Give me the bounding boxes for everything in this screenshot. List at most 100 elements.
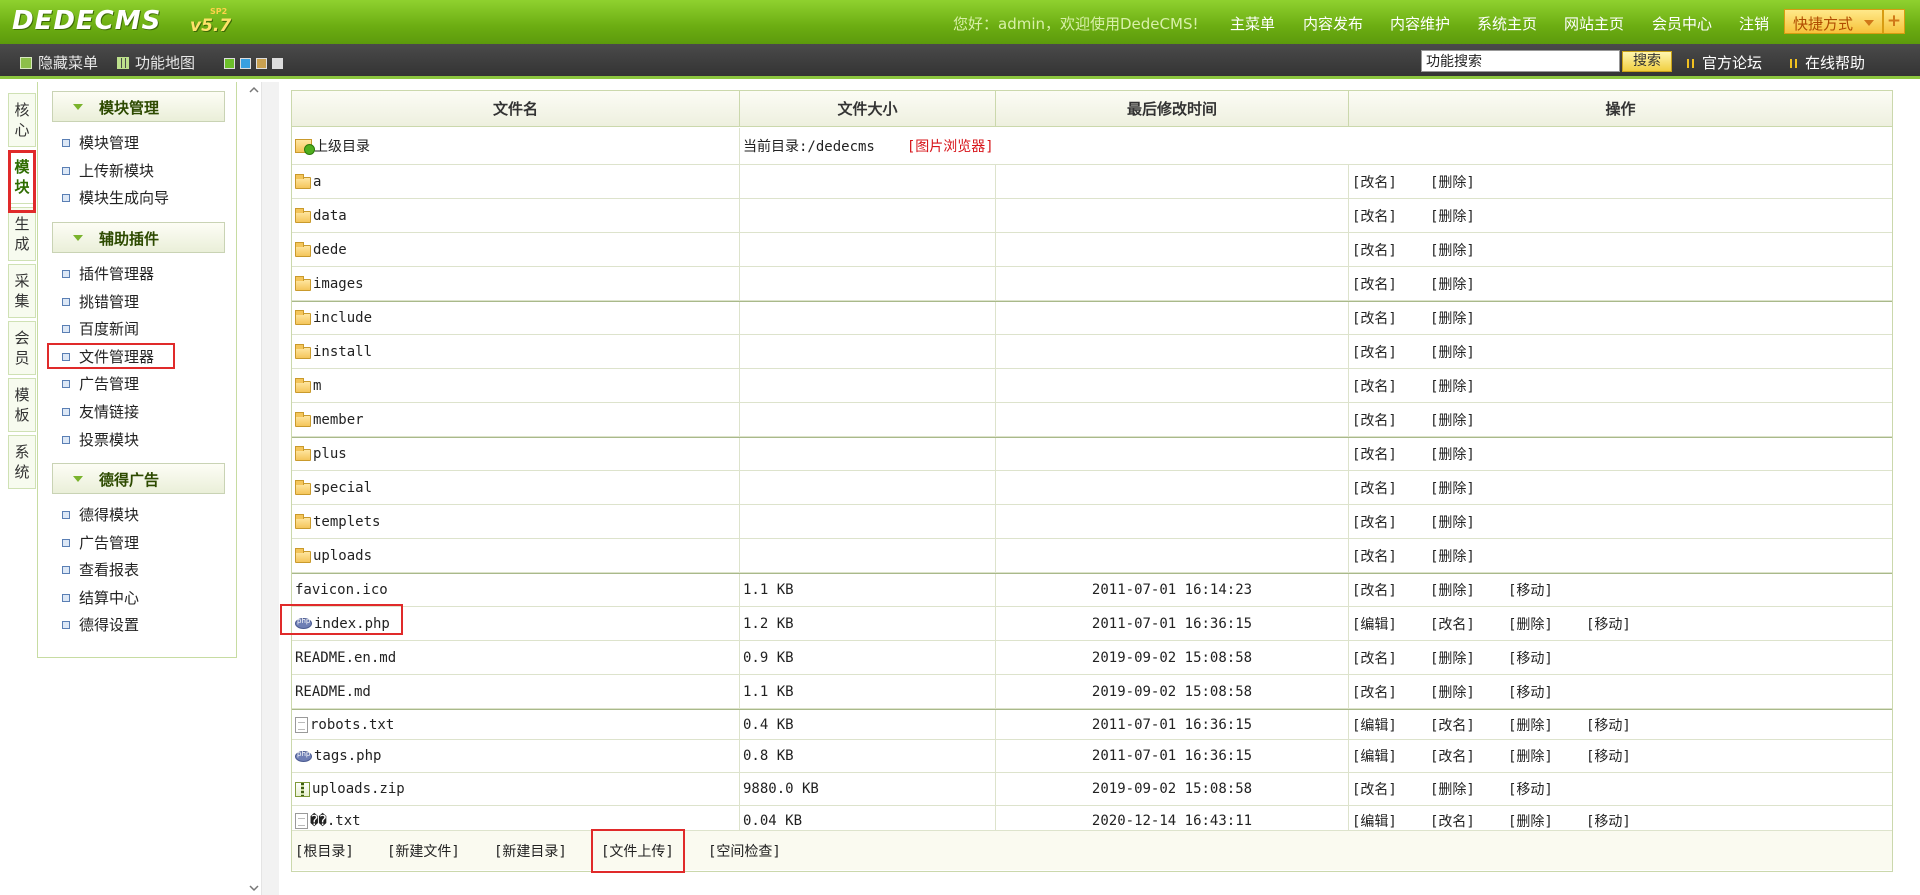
file-action-link[interactable]: [删除]: [1430, 648, 1508, 668]
file-action-link[interactable]: [改名]: [1352, 648, 1430, 668]
file-action-link[interactable]: [删除]: [1430, 308, 1508, 328]
official-forum-link[interactable]: 官方论坛: [1687, 52, 1762, 73]
file-name-link[interactable]: include: [313, 310, 372, 326]
file-name-link[interactable]: README.md: [295, 684, 371, 700]
file-name-link[interactable]: member: [313, 412, 364, 428]
file-action-link[interactable]: [改名]: [1352, 682, 1430, 702]
search-button[interactable]: 搜索: [1622, 51, 1672, 72]
scroll-down-icon[interactable]: [249, 883, 259, 893]
file-action-link[interactable]: [移动]: [1586, 614, 1664, 634]
top-nav-item[interactable]: 网站主页: [1564, 13, 1624, 34]
root-directory-link[interactable]: [根目录]: [295, 841, 354, 861]
file-action-link[interactable]: [移动]: [1508, 682, 1586, 702]
file-action-link[interactable]: [删除]: [1430, 342, 1508, 362]
file-name-link[interactable]: plus: [313, 446, 347, 462]
file-action-link[interactable]: [删除]: [1430, 682, 1508, 702]
theme-swatch[interactable]: [240, 58, 251, 69]
file-action-link[interactable]: [改名]: [1352, 546, 1430, 566]
new-directory-link[interactable]: [新建目录]: [494, 841, 567, 861]
file-action-link[interactable]: [删除]: [1508, 715, 1586, 735]
file-action-link[interactable]: [改名]: [1352, 342, 1430, 362]
vertical-tab[interactable]: 采集: [8, 264, 36, 318]
file-action-link[interactable]: [改名]: [1352, 172, 1430, 192]
vertical-tab[interactable]: 系统: [8, 435, 36, 489]
menu-item[interactable]: 结算中心: [62, 587, 139, 608]
file-name-link[interactable]: favicon.ico: [295, 582, 388, 598]
file-action-link[interactable]: [改名]: [1352, 512, 1430, 532]
file-action-link[interactable]: [移动]: [1508, 779, 1586, 799]
parent-directory-link[interactable]: 上级目录: [292, 128, 740, 164]
file-name-link[interactable]: README.en.md: [295, 650, 396, 666]
top-nav-item[interactable]: 系统主页: [1477, 13, 1537, 34]
menu-item[interactable]: 查看报表: [62, 559, 139, 580]
vertical-tab[interactable]: 模板: [8, 378, 36, 432]
file-action-link[interactable]: [改名]: [1352, 308, 1430, 328]
file-action-link[interactable]: [改名]: [1352, 376, 1430, 396]
file-name-link[interactable]: robots.txt: [310, 717, 394, 733]
menu-item[interactable]: 百度新闻: [62, 318, 139, 339]
file-action-link[interactable]: [移动]: [1586, 811, 1664, 831]
hide-menu-button[interactable]: 隐藏菜单: [20, 52, 98, 73]
add-shortcut-button[interactable]: +: [1883, 9, 1905, 34]
vertical-tab[interactable]: 会员: [8, 321, 36, 375]
file-action-link[interactable]: [移动]: [1508, 648, 1586, 668]
file-action-link[interactable]: [改名]: [1430, 614, 1508, 634]
file-action-link[interactable]: [编辑]: [1352, 614, 1430, 634]
scroll-up-icon[interactable]: [249, 85, 259, 95]
file-name-link[interactable]: ��.txt: [310, 813, 361, 829]
menu-item[interactable]: 模块生成向导: [62, 187, 169, 208]
vertical-tab[interactable]: 核心: [8, 93, 36, 147]
file-action-link[interactable]: [改名]: [1352, 444, 1430, 464]
file-action-link[interactable]: [改名]: [1352, 274, 1430, 294]
search-input[interactable]: [1421, 50, 1620, 72]
menu-item[interactable]: 德得设置: [62, 614, 139, 635]
theme-swatch[interactable]: [224, 58, 235, 69]
file-action-link[interactable]: [移动]: [1586, 715, 1664, 735]
file-action-link[interactable]: [编辑]: [1352, 811, 1430, 831]
file-name-link[interactable]: special: [313, 480, 372, 496]
file-action-link[interactable]: [删除]: [1508, 746, 1586, 766]
menu-group-header[interactable]: 辅助插件: [52, 222, 225, 253]
file-action-link[interactable]: [删除]: [1430, 240, 1508, 260]
file-action-link[interactable]: [删除]: [1430, 478, 1508, 498]
file-name-link[interactable]: dede: [313, 242, 347, 258]
file-action-link[interactable]: [删除]: [1430, 410, 1508, 430]
file-action-link[interactable]: [编辑]: [1352, 746, 1430, 766]
menu-item[interactable]: 插件管理器: [62, 263, 154, 284]
scrollbar[interactable]: [261, 82, 279, 895]
top-nav-item[interactable]: 内容发布: [1303, 13, 1363, 34]
space-check-link[interactable]: [空间检查]: [708, 841, 781, 861]
menu-item[interactable]: 德得模块: [62, 504, 139, 525]
top-nav-item[interactable]: 主菜单: [1230, 13, 1275, 34]
file-action-link[interactable]: [删除]: [1430, 546, 1508, 566]
top-nav-item[interactable]: 注销: [1739, 13, 1769, 34]
file-action-link[interactable]: [改名]: [1352, 779, 1430, 799]
vertical-tab[interactable]: 生成: [8, 207, 36, 261]
menu-group-header[interactable]: 德得广告: [52, 463, 225, 494]
file-action-link[interactable]: [改名]: [1430, 811, 1508, 831]
file-action-link[interactable]: [编辑]: [1352, 715, 1430, 735]
file-name-link[interactable]: m: [313, 378, 321, 394]
menu-item[interactable]: 广告管理: [62, 373, 139, 394]
menu-item[interactable]: 友情链接: [62, 401, 139, 422]
file-action-link[interactable]: [删除]: [1508, 811, 1586, 831]
quick-access-dropdown[interactable]: 快捷方式: [1784, 9, 1883, 34]
top-nav-item[interactable]: 内容维护: [1390, 13, 1450, 34]
file-action-link[interactable]: [删除]: [1430, 172, 1508, 192]
file-action-link[interactable]: [改名]: [1352, 240, 1430, 260]
file-name-link[interactable]: templets: [313, 514, 380, 530]
file-name-link[interactable]: tags.php: [314, 748, 381, 764]
site-map-button[interactable]: 功能地图: [117, 52, 195, 73]
dedecms-logo[interactable]: DEDECMS: [12, 6, 161, 36]
file-action-link[interactable]: [删除]: [1430, 444, 1508, 464]
menu-item[interactable]: 挑错管理: [62, 291, 139, 312]
top-nav-item[interactable]: 会员中心: [1652, 13, 1712, 34]
file-action-link[interactable]: [改名]: [1430, 746, 1508, 766]
file-action-link[interactable]: [移动]: [1508, 580, 1586, 600]
theme-swatch[interactable]: [256, 58, 267, 69]
file-name-link[interactable]: images: [313, 276, 364, 292]
file-name-link[interactable]: data: [313, 208, 347, 224]
image-browser-link[interactable]: [图片浏览器]: [907, 136, 994, 156]
file-action-link[interactable]: [删除]: [1430, 779, 1508, 799]
file-action-link[interactable]: [改名]: [1352, 478, 1430, 498]
